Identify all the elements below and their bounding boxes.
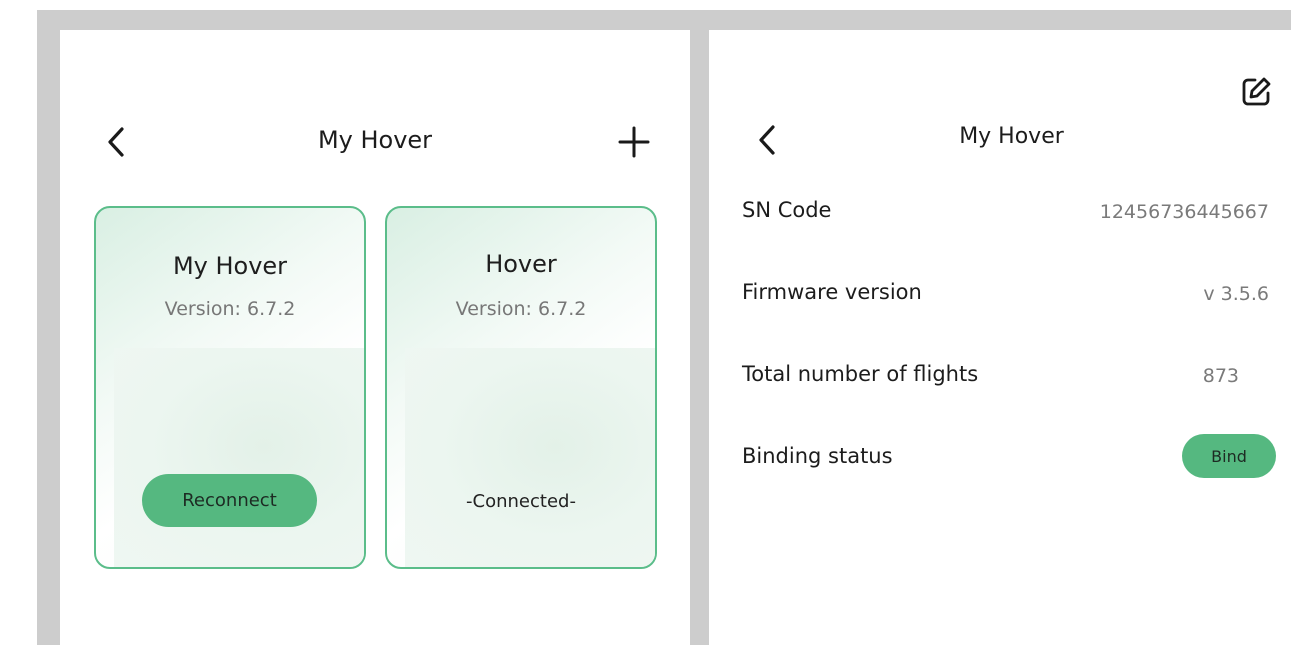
device-image — [114, 348, 364, 567]
device-card-my-hover[interactable]: My Hover Version: 6.7.2 Reconnect — [94, 206, 366, 569]
firmware-version-value: v 3.5.6 — [1203, 283, 1269, 305]
reconnect-button[interactable]: Reconnect — [142, 474, 317, 527]
edit-button[interactable] — [1236, 72, 1276, 112]
sn-code-value: 12456736445667 — [1099, 201, 1269, 223]
plus-icon — [618, 126, 650, 158]
backdrop-top — [37, 10, 1291, 30]
device-version: Version: 6.7.2 — [455, 298, 587, 320]
firmware-version-label: Firmware version — [742, 280, 922, 304]
page-title: My Hover — [959, 124, 1064, 149]
flight-count-value: 873 — [1202, 365, 1239, 387]
device-name: My Hover — [172, 252, 288, 280]
page-title: My Hover — [317, 126, 433, 154]
device-image — [405, 348, 655, 567]
sn-code-label: SN Code — [742, 198, 832, 222]
device-version: Version: 6.7.2 — [164, 298, 296, 320]
device-name: Hover — [485, 250, 557, 278]
backdrop-divider — [690, 10, 709, 645]
device-detail-screen: My Hover SN Code 12456736445667 Firmware… — [709, 30, 1291, 645]
chevron-left-icon — [759, 125, 775, 155]
connection-status: -Connected- — [466, 491, 576, 512]
backdrop-left — [37, 10, 60, 645]
edit-icon — [1242, 77, 1271, 106]
device-card-hover[interactable]: Hover Version: 6.7.2 -Connected- — [385, 206, 657, 569]
device-list-screen: My Hover My Hover Version: 6.7.2 Reconne… — [60, 30, 690, 645]
add-device-button[interactable] — [614, 122, 654, 162]
back-button[interactable] — [749, 120, 785, 160]
bind-button[interactable]: Bind — [1182, 434, 1276, 478]
binding-status-label: Binding status — [742, 444, 893, 468]
flight-count-label: Total number of flights — [742, 362, 979, 386]
